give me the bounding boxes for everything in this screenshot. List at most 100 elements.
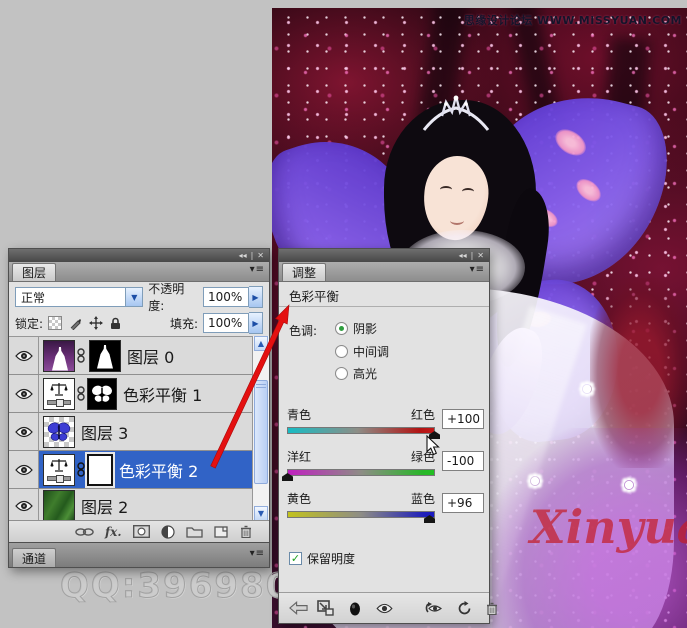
tone-option-midtones[interactable]: 中间调	[335, 343, 389, 360]
close-icon[interactable]: ✕	[257, 251, 264, 260]
panel-title-bar: ◂◂ | ✕	[279, 249, 489, 262]
dropdown-arrow-icon[interactable]: ▼	[125, 288, 143, 306]
close-icon[interactable]: ✕	[477, 251, 484, 260]
layer-name: 图层 0	[127, 347, 175, 367]
opacity-label: 不透明度:	[148, 282, 185, 313]
layer-row[interactable]: 图层 0	[9, 337, 253, 375]
scroll-up-icon[interactable]: ▲	[254, 336, 268, 351]
yellow-blue-value-input[interactable]: +96	[442, 493, 484, 513]
opacity-input[interactable]: 100%	[203, 287, 249, 307]
radio-selected-icon[interactable]	[335, 322, 348, 335]
radio-icon[interactable]	[335, 367, 348, 380]
layers-scrollbar[interactable]: ▲ ▼	[252, 336, 269, 521]
lock-transparency-icon[interactable]	[48, 316, 63, 330]
collapse-icon[interactable]: ◂◂	[459, 251, 467, 260]
link-icon	[77, 348, 85, 363]
eye-icon	[14, 464, 33, 475]
adjustments-panel: ◂◂ | ✕ 调整 ▾≡ 色彩平衡 色调: 阴影 中间调 高光 青色 红色 +1…	[278, 248, 497, 624]
photoshop-workspace: 思缘设计论坛 WWW.MISSYUAN.COM Xinyuan QQ:39698…	[0, 0, 687, 628]
tone-option-shadows[interactable]: 阴影	[335, 320, 377, 337]
add-mask-icon[interactable]	[132, 525, 150, 538]
panel-menu-icon[interactable]: ▾≡	[250, 548, 265, 559]
green-label: 绿色	[410, 450, 435, 464]
magenta-green-slider[interactable]: 洋红 绿色	[287, 448, 435, 476]
fill-spinner-icon[interactable]: ▶	[249, 312, 263, 334]
magenta-green-value-input[interactable]: -100	[442, 451, 484, 471]
color-balance-scales-icon	[50, 383, 68, 396]
visibility-toggle[interactable]	[9, 375, 39, 412]
panel-title-bar: ◂◂ | ✕	[9, 249, 269, 262]
adjustment-layer-thumbnail[interactable]	[43, 453, 75, 486]
tone-label: 色调:	[289, 324, 318, 338]
new-layer-icon[interactable]	[213, 525, 229, 538]
cyan-red-value-input[interactable]: +100	[442, 409, 484, 429]
tab-channels[interactable]: 通道	[12, 548, 57, 567]
layer-name: 图层 2	[81, 498, 129, 517]
toggle-visibility-eye-icon[interactable]	[369, 603, 399, 614]
link-layers-icon[interactable]	[75, 527, 94, 537]
layer-name: 色彩平衡 2	[119, 461, 199, 481]
eye-icon	[14, 500, 33, 512]
lock-label: 锁定:	[15, 316, 44, 331]
blend-mode-select[interactable]: 正常 ▼	[15, 287, 144, 307]
preserve-luminosity-checkbox[interactable]: ✓ 保留明度	[289, 550, 355, 567]
panel-menu-icon[interactable]: ▾≡	[250, 264, 265, 275]
lock-pixels-icon[interactable]	[69, 317, 82, 330]
tab-adjustments[interactable]: 调整	[282, 263, 327, 281]
visibility-toggle[interactable]	[9, 489, 39, 521]
magenta-label: 洋红	[287, 450, 312, 464]
reset-icon[interactable]	[449, 600, 479, 616]
new-adjustment-icon[interactable]	[160, 524, 175, 539]
scroll-down-icon[interactable]: ▼	[254, 506, 268, 521]
cyan-label: 青色	[287, 408, 312, 422]
visibility-toggle[interactable]	[9, 413, 39, 450]
eye-icon	[14, 388, 33, 399]
visibility-toggle[interactable]	[9, 337, 39, 374]
red-label: 红色	[410, 408, 435, 422]
adjustment-title: 色彩平衡	[289, 289, 340, 304]
adjustment-layer-thumbnail[interactable]	[43, 377, 75, 410]
opacity-spinner-icon[interactable]: ▶	[249, 286, 263, 308]
cyan-red-slider[interactable]: 青色 红色	[287, 406, 435, 434]
lock-all-icon[interactable]	[110, 317, 121, 330]
layer-row-selected[interactable]: 色彩平衡 2	[9, 451, 253, 489]
tiara	[422, 95, 490, 131]
view-previous-state-icon[interactable]	[415, 601, 449, 615]
link-icon	[77, 386, 85, 401]
panel-menu-icon[interactable]: ▾≡	[470, 264, 485, 275]
layer-list: 图层 0 色彩平衡 1 图层 3 色彩平衡 2 图层 2	[9, 336, 253, 521]
new-group-icon[interactable]	[185, 525, 203, 538]
layers-panel: ◂◂ | ✕ 图层 ▾≡ 正常 ▼ 不透明度: 100% ▶ 锁定: 填充: 1…	[8, 248, 270, 568]
fill-label: 填充:	[169, 316, 198, 331]
yellow-label: 黄色	[287, 492, 312, 506]
layer-row[interactable]: 色彩平衡 1	[9, 375, 253, 413]
site-watermark: 思缘设计论坛 WWW.MISSYUAN.COM	[463, 14, 682, 27]
eye-icon	[14, 426, 33, 437]
visibility-toggle[interactable]	[9, 451, 39, 488]
layer-style-icon[interactable]: fx.	[105, 525, 122, 539]
scrollbar-thumb[interactable]	[254, 380, 268, 484]
lock-position-icon[interactable]	[89, 316, 104, 330]
collapse-icon[interactable]: ◂◂	[239, 251, 247, 260]
color-balance-scales-icon	[50, 459, 68, 472]
fill-input[interactable]: 100%	[203, 313, 249, 333]
return-to-adjustment-list-icon[interactable]	[285, 601, 311, 615]
yellow-blue-slider[interactable]: 黄色 蓝色	[287, 490, 435, 518]
switch-panel-view-icon[interactable]	[311, 600, 341, 616]
layer-thumbnail[interactable]	[43, 490, 75, 521]
delete-adjustment-icon[interactable]	[479, 602, 505, 615]
delete-layer-icon[interactable]	[240, 525, 252, 538]
mask-thumbnail[interactable]	[87, 377, 117, 410]
layer-row[interactable]: 图层 2	[9, 489, 253, 521]
mask-thumbnail[interactable]	[89, 339, 121, 372]
layer-name: 图层 3	[81, 423, 129, 443]
layer-row[interactable]: 图层 3	[9, 413, 253, 451]
mask-thumbnail-selected[interactable]	[87, 453, 113, 486]
radio-icon[interactable]	[335, 345, 348, 358]
tab-layers[interactable]: 图层	[12, 263, 57, 281]
clip-to-layer-icon[interactable]	[341, 601, 369, 616]
layer-thumbnail[interactable]	[43, 415, 75, 448]
tone-option-highlights[interactable]: 高光	[335, 365, 377, 382]
layer-thumbnail[interactable]	[43, 339, 75, 372]
checkbox-checked-icon[interactable]: ✓	[289, 552, 302, 565]
